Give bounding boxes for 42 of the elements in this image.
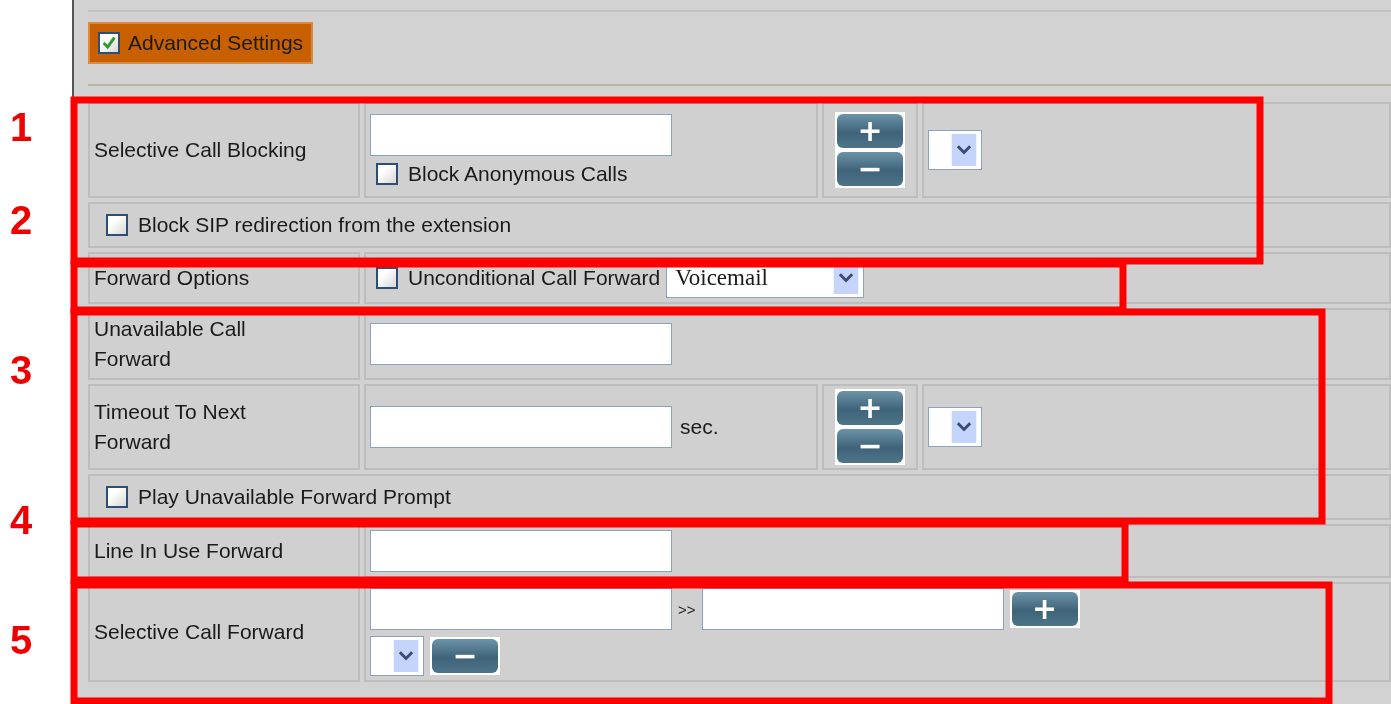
field-label: Line In Use Forward: [94, 538, 284, 564]
remove-button[interactable]: −: [432, 639, 498, 673]
callout-number: 3: [10, 348, 33, 392]
dropdown[interactable]: [928, 407, 982, 447]
checkbox-label: Block Anonymous Calls: [408, 162, 628, 186]
callout-number: 5: [10, 618, 33, 662]
unit-label: sec.: [680, 415, 719, 439]
input-field[interactable]: [701, 588, 1004, 630]
field-label: Selective Call Blocking: [94, 137, 307, 163]
advanced-settings-toggle[interactable]: Advanced Settings: [88, 22, 314, 64]
input-field[interactable]: [370, 323, 672, 365]
add-button[interactable]: +: [837, 114, 903, 148]
add-button[interactable]: +: [837, 391, 903, 425]
dropdown[interactable]: [928, 130, 982, 170]
field-label: Forward Options: [94, 265, 250, 291]
field-label: Selective Call Forward: [94, 619, 305, 645]
checkbox-label: Unconditional Call Forward: [408, 266, 661, 290]
checkbox[interactable]: [106, 486, 128, 508]
chevron-down-icon: [950, 134, 978, 166]
input-field[interactable]: [370, 530, 672, 572]
separator: >>: [678, 600, 696, 618]
callout-number: 4: [10, 498, 33, 542]
callout-number: 1: [10, 105, 33, 149]
add-button[interactable]: +: [1011, 592, 1078, 626]
checkbox[interactable]: [106, 214, 128, 236]
field-label: Timeout To Next Forward: [94, 399, 247, 455]
checkbox[interactable]: [376, 163, 398, 185]
checkbox[interactable]: [376, 267, 398, 289]
checkbox-label: Advanced Settings: [128, 31, 304, 55]
remove-button[interactable]: −: [837, 152, 903, 186]
input-field[interactable]: [370, 406, 672, 448]
checkbox[interactable]: [98, 32, 120, 54]
field-label: Unavailable Call Forward: [94, 316, 247, 372]
chevron-down-icon: [392, 640, 420, 672]
callout-number: 2: [10, 198, 33, 242]
input-field[interactable]: [370, 114, 672, 156]
remove-button[interactable]: −: [837, 429, 903, 463]
checkbox-label: Block SIP redirection from the extension: [138, 213, 512, 237]
checkbox-label: Play Unavailable Forward Prompt: [138, 485, 451, 509]
input-field[interactable]: [370, 588, 672, 630]
dropdown[interactable]: [370, 636, 424, 676]
chevron-down-icon: [950, 411, 978, 443]
